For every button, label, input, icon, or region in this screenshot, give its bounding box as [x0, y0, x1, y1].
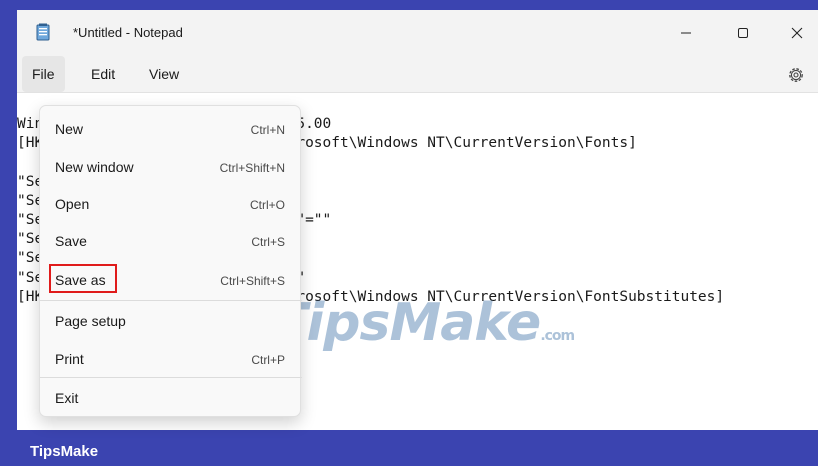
menu-item-label: New window	[55, 159, 134, 175]
watermark-domain: .com	[540, 328, 575, 344]
maximize-icon	[738, 28, 748, 38]
menu-item-shortcut: Ctrl+P	[251, 353, 285, 367]
title-bar: *Untitled - Notepad	[17, 10, 818, 56]
menu-item-label: Save	[55, 233, 87, 249]
menu-item-label: Open	[55, 196, 90, 212]
notepad-window: *Untitled - Notepad File Edit View Windo…	[15, 10, 818, 430]
menu-item-label: Page setup	[55, 313, 126, 329]
menu-separator	[40, 377, 302, 378]
menu-item-new[interactable]: New Ctrl+N	[40, 111, 302, 149]
menu-item-shortcut: Ctrl+Shift+N	[219, 161, 285, 175]
menu-bar: File Edit View	[17, 56, 818, 92]
watermark: TipsMake.com	[272, 293, 575, 353]
menu-item-shortcut: Ctrl+Shift+S	[220, 274, 285, 288]
save-as-highlight	[49, 264, 117, 293]
menu-item-page-setup[interactable]: Page setup	[40, 303, 302, 341]
menu-view[interactable]: View	[139, 56, 189, 92]
maximize-button[interactable]	[720, 19, 766, 47]
menu-item-shortcut: Ctrl+O	[249, 198, 285, 212]
window-title: *Untitled - Notepad	[73, 25, 183, 40]
menu-file[interactable]: File	[22, 56, 65, 92]
menu-item-open[interactable]: Open Ctrl+O	[40, 186, 302, 224]
close-button[interactable]	[774, 19, 818, 47]
watermark-text: TipsMake	[272, 293, 541, 353]
menu-item-save[interactable]: Save Ctrl+S	[40, 223, 302, 261]
file-menu-dropdown: New Ctrl+N New window Ctrl+Shift+N Open Ctrl+…	[39, 105, 302, 418]
gear-icon[interactable]	[786, 65, 806, 85]
menu-item-shortcut: Ctrl+N	[250, 123, 285, 137]
minimize-icon	[681, 32, 691, 34]
menu-item-label: Exit	[55, 390, 79, 406]
close-icon	[791, 27, 803, 39]
menu-item-new-window[interactable]: New window Ctrl+Shift+N	[40, 149, 302, 187]
menu-edit[interactable]: Edit	[81, 56, 125, 92]
menu-item-label: New	[55, 121, 84, 137]
menu-item-label: Print	[55, 351, 84, 367]
menu-item-shortcut: Ctrl+S	[251, 235, 285, 249]
menu-item-exit[interactable]: Exit	[40, 380, 302, 418]
menu-separator	[40, 300, 302, 301]
page-frame: *Untitled - Notepad File Edit View Windo…	[0, 0, 818, 466]
brand-label: TipsMake	[30, 443, 99, 460]
minimize-button[interactable]	[663, 19, 709, 47]
menu-item-print[interactable]: Print Ctrl+P	[40, 341, 302, 379]
notepad-icon	[36, 23, 50, 41]
